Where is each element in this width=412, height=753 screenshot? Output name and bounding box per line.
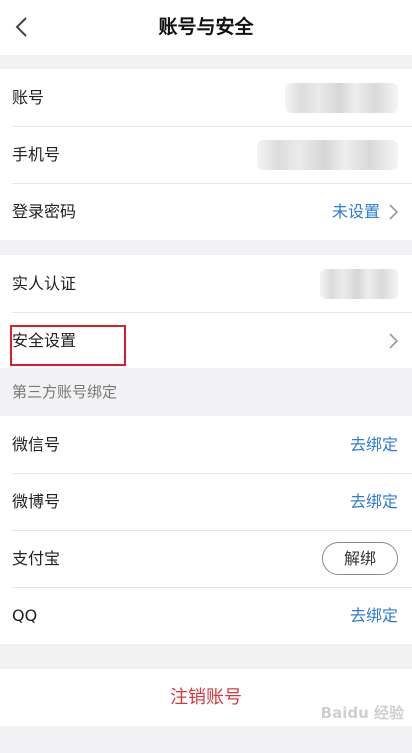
- phone-label: 手机号: [12, 145, 61, 164]
- qq-label: QQ: [12, 606, 38, 625]
- weibo-row: 微博号 去绑定: [0, 473, 412, 530]
- third-party-section-label: 第三方账号绑定: [0, 368, 412, 416]
- alipay-unbind-button[interactable]: 解绑: [322, 542, 398, 575]
- password-row[interactable]: 登录密码 未设置: [0, 183, 412, 240]
- qq-row: QQ 去绑定: [0, 587, 412, 644]
- wechat-label: 微信号: [12, 435, 61, 454]
- account-group: 账号 手机号 登录密码 未设置: [0, 69, 412, 240]
- weibo-label: 微博号: [12, 492, 61, 511]
- page-title: 账号与安全: [158, 16, 254, 38]
- phone-value-blurred: [257, 140, 398, 170]
- highlight-box: [10, 325, 126, 366]
- alipay-row: 支付宝 解绑: [0, 530, 412, 587]
- password-label: 登录密码: [12, 202, 77, 221]
- account-label: 账号: [12, 88, 45, 107]
- real-name-value-blurred: [320, 269, 398, 299]
- real-name-verification-row[interactable]: 实人认证: [0, 255, 412, 312]
- wechat-row: 微信号 去绑定: [0, 416, 412, 473]
- chevron-right-icon: [389, 204, 399, 220]
- chevron-right-icon: [389, 333, 399, 349]
- qq-bind-link[interactable]: 去绑定: [350, 587, 398, 644]
- watermark-logo: Baidu 经验: [320, 704, 404, 722]
- phone-row[interactable]: 手机号: [0, 126, 412, 183]
- third-party-group: 微信号 去绑定 微博号 去绑定 支付宝 解绑 QQ 去绑定: [0, 416, 412, 644]
- account-value-blurred: [285, 83, 398, 113]
- password-status[interactable]: 未设置: [332, 183, 380, 240]
- alipay-label: 支付宝: [12, 549, 61, 568]
- account-row[interactable]: 账号: [0, 69, 412, 126]
- wechat-bind-link[interactable]: 去绑定: [350, 416, 398, 473]
- top-bar: 账号与安全: [0, 0, 412, 55]
- real-name-label: 实人认证: [12, 274, 77, 293]
- weibo-bind-link[interactable]: 去绑定: [350, 473, 398, 530]
